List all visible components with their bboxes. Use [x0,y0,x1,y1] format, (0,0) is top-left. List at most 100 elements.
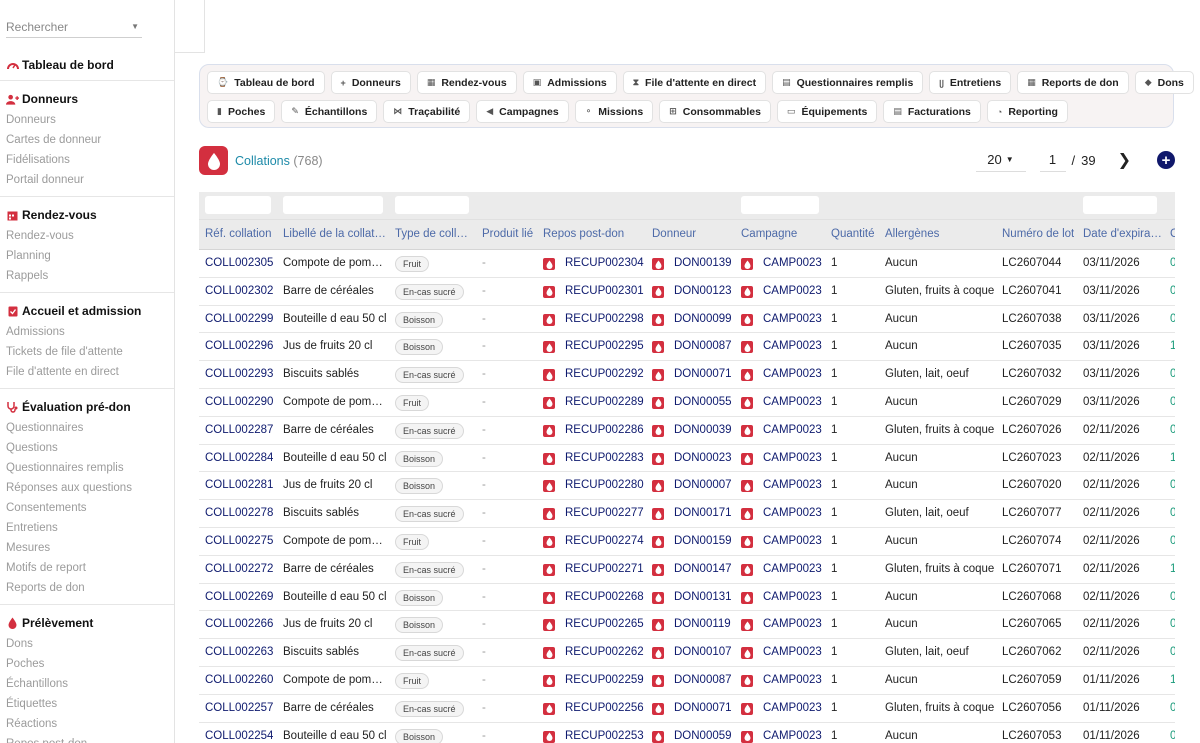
campaign-link[interactable]: CAMP0023 [763,702,822,714]
collation-ref-link[interactable]: COLL002302 [205,285,273,297]
campaign-link[interactable]: CAMP0023 [763,368,822,380]
column-header[interactable]: C [1170,228,1175,240]
donor-link[interactable]: DON00119 [674,618,731,630]
collation-ref-link[interactable]: COLL002269 [205,591,273,603]
table-row[interactable]: COLL002260 Compote de pomme Fruit - RECUP002… [199,667,1175,695]
sidebar-item[interactable]: Mesures [6,538,174,558]
recovery-link[interactable]: RECUP002289 [565,396,644,408]
donor-link[interactable]: DON00039 [674,424,732,436]
sidebar-item[interactable]: Questionnaires remplis [6,458,174,478]
sidebar-item[interactable]: Réponses aux questions [6,478,174,498]
collation-ref-link[interactable]: COLL002278 [205,507,273,519]
collation-ref-link[interactable]: COLL002272 [205,563,273,575]
recovery-link[interactable]: RECUP002283 [565,452,644,464]
next-page-button[interactable]: ❯ [1118,150,1131,170]
donor-link[interactable]: DON00147 [674,563,732,575]
sidebar-item[interactable]: Donneurs [6,110,174,130]
sidebar-item[interactable]: Échantillons [6,674,174,694]
collation-ref-link[interactable]: COLL002275 [205,535,273,547]
chevron-down-icon[interactable]: ▼ [131,22,139,31]
campaign-link[interactable]: CAMP0023 [763,618,822,630]
nav-button[interactable]: ⊞ Consommables [659,100,771,123]
filter-ref-input[interactable] [205,196,271,214]
sidebar-item[interactable]: Fidélisations [6,150,174,170]
column-header[interactable]: Date d'expiration [1083,228,1163,240]
sidebar-item[interactable]: Portail donneur [6,170,174,190]
nav-button[interactable]: ▤ Questionnaires remplis [772,71,924,94]
sidebar-item[interactable]: Cartes de donneur [6,130,174,150]
collation-ref-link[interactable]: COLL002287 [205,424,273,436]
donor-link[interactable]: DON00123 [674,285,732,297]
recovery-link[interactable]: RECUP002271 [565,563,644,575]
table-row[interactable]: COLL002302 Barre de céréales En-cas sucré -… [199,278,1175,306]
sidebar-item[interactable]: File d'attente en direct [6,362,174,382]
column-header[interactable]: Produit lié [482,228,533,240]
column-header[interactable]: Réf. collation [205,228,271,240]
sidebar-item[interactable]: Reports de don [6,578,174,598]
column-header[interactable]: Numéro de lot [1002,228,1074,240]
collation-ref-link[interactable]: COLL002293 [205,368,273,380]
donor-link[interactable]: DON00059 [674,730,732,742]
filter-expiry-input[interactable] [1083,196,1157,214]
recovery-link[interactable]: RECUP002265 [565,618,644,630]
nav-button[interactable]: ▮ Poches [207,100,276,123]
campaign-link[interactable]: CAMP0023 [763,479,822,491]
donor-link[interactable]: DON00107 [674,646,732,658]
nav-button[interactable]: ⚬ Missions [574,100,654,123]
nav-button[interactable]: ᥩ Entretiens [929,71,1012,94]
donor-link[interactable]: DON00139 [674,257,732,269]
nav-button[interactable]: ⧗ File d'attente en direct [622,71,767,94]
column-header[interactable]: Libellé de la collation [283,228,387,240]
donor-link[interactable]: DON00159 [674,535,732,547]
table-row[interactable]: COLL002257 Barre de céréales En-cas sucré -… [199,695,1175,723]
sidebar-section-title[interactable]: Rendez-vous [6,206,174,224]
table-row[interactable]: COLL002305 Compote de pomme Fruit - RECUP002… [199,250,1175,278]
add-record-button[interactable]: + [1157,151,1175,169]
sidebar-section-title[interactable]: Prélèvement [6,614,174,632]
recovery-link[interactable]: RECUP002262 [565,646,644,658]
collation-ref-link[interactable]: COLL002284 [205,452,273,464]
column-header[interactable]: Type de collation [395,228,473,240]
table-row[interactable]: COLL002254 Bouteille d eau 50 cl Boisson - R… [199,723,1175,743]
campaign-link[interactable]: CAMP0023 [763,646,822,658]
nav-button[interactable]: ▭ Équipements [776,100,878,123]
column-header[interactable]: Donneur [652,228,696,240]
recovery-link[interactable]: RECUP002274 [565,535,644,547]
sidebar-item[interactable]: Motifs de report [6,558,174,578]
campaign-link[interactable]: CAMP0023 [763,452,822,464]
sidebar-item[interactable]: Dons [6,634,174,654]
donor-link[interactable]: DON00087 [674,674,732,686]
collation-ref-link[interactable]: COLL002299 [205,313,273,325]
nav-button[interactable]: ◆ Dons [1134,71,1194,94]
table-row[interactable]: COLL002290 Compote de pomme Fruit - RECUP002… [199,389,1175,417]
filter-type-input[interactable] [395,196,469,214]
sidebar-section-title[interactable]: Tableau de bord [6,56,174,74]
collation-ref-link[interactable]: COLL002257 [205,702,273,714]
campaign-link[interactable]: CAMP0023 [763,257,822,269]
sidebar-item[interactable]: Questionnaires [6,418,174,438]
campaign-link[interactable]: CAMP0023 [763,730,822,742]
campaign-link[interactable]: CAMP0023 [763,313,822,325]
collation-ref-link[interactable]: COLL002281 [205,479,273,491]
sidebar-item[interactable]: Étiquettes [6,694,174,714]
page-size-select[interactable]: 20 ▼ [975,148,1026,172]
collation-ref-link[interactable]: COLL002305 [205,257,273,269]
nav-button[interactable]: ⋈ Traçabilité [383,100,471,123]
sidebar-item[interactable]: Questions [6,438,174,458]
recovery-link[interactable]: RECUP002280 [565,479,644,491]
recovery-link[interactable]: RECUP002253 [565,730,644,742]
nav-button[interactable]: ✎ Échantillons [281,100,378,123]
sidebar-section-title[interactable]: Évaluation pré-don [6,398,174,416]
recovery-link[interactable]: RECUP002304 [565,257,644,269]
campaign-link[interactable]: CAMP0023 [763,591,822,603]
recovery-link[interactable]: RECUP002295 [565,340,644,352]
nav-button[interactable]: ▤ Facturations [883,100,981,123]
column-header[interactable]: Allergènes [885,228,939,240]
nav-button[interactable]: ▦ Reports de don [1017,71,1129,94]
sidebar-item[interactable]: Réactions [6,714,174,734]
campaign-link[interactable]: CAMP0023 [763,285,822,297]
column-header[interactable]: Repos post-don [543,228,624,240]
campaign-link[interactable]: CAMP0023 [763,424,822,436]
sidebar-item[interactable]: Repos post-don [6,734,174,743]
nav-button[interactable]: ⌚ Tableau de bord [207,71,325,94]
